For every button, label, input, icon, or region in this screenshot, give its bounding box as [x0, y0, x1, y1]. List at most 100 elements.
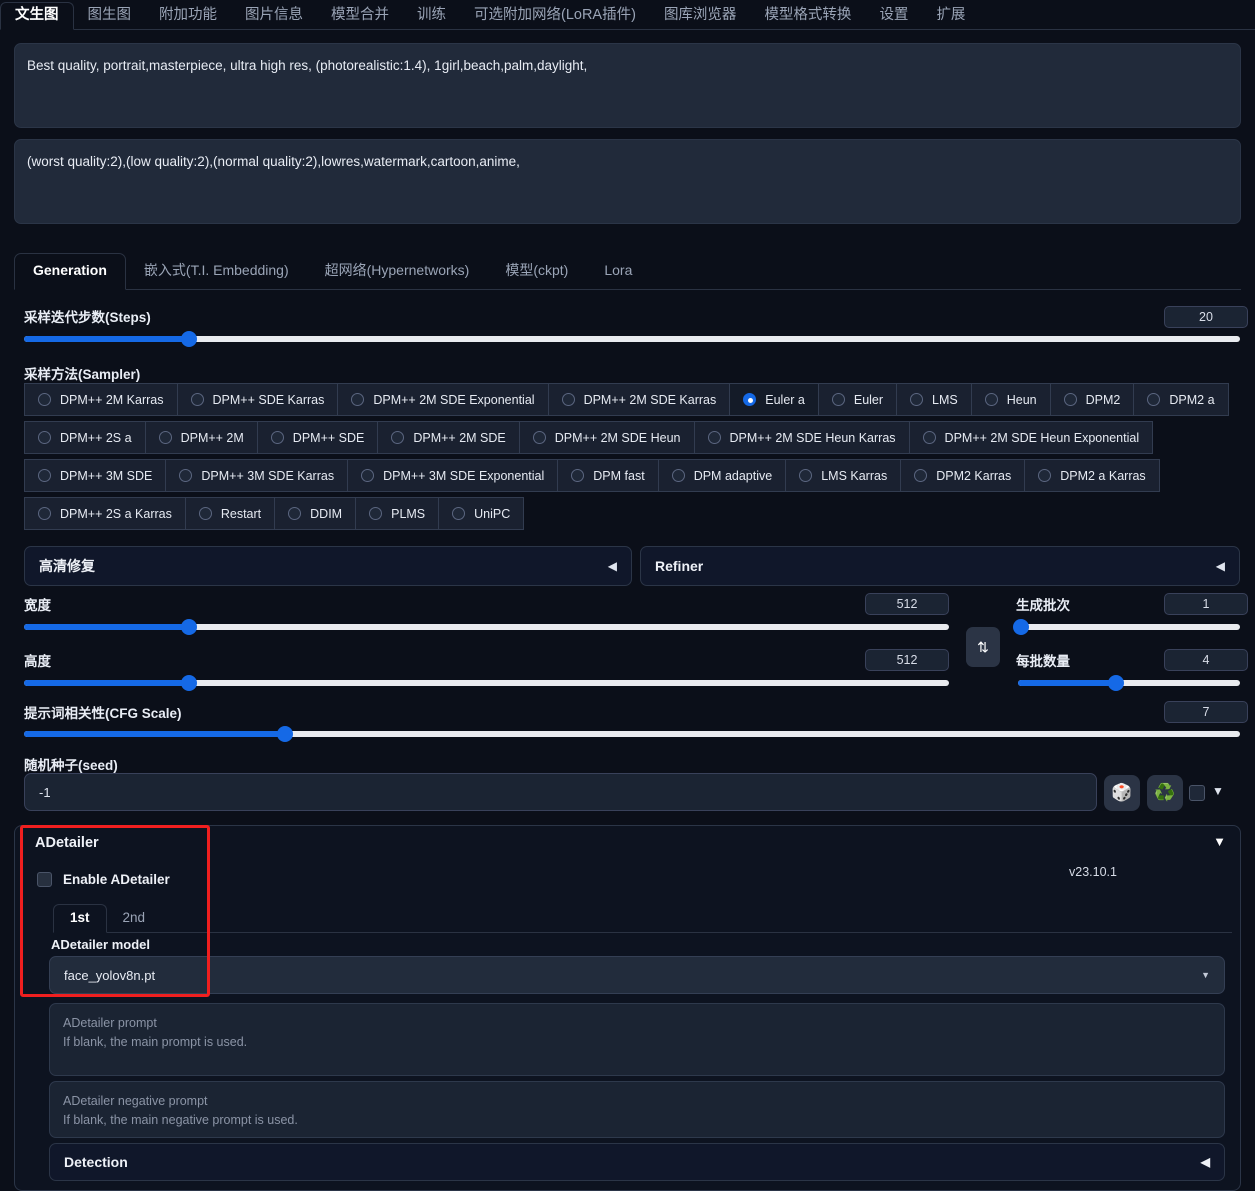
sampler-option-dpm-2m-sde-karras[interactable]: DPM++ 2M SDE Karras	[547, 383, 731, 416]
sampler-option-dpm-2s-a-karras[interactable]: DPM++ 2S a Karras	[24, 497, 186, 530]
tab-png-info[interactable]: 图片信息	[231, 3, 317, 30]
sampler-option-dpm-adaptive[interactable]: DPM adaptive	[657, 459, 787, 492]
tab-img2img[interactable]: 图生图	[74, 3, 146, 30]
detection-accordion[interactable]: Detection ◀	[49, 1143, 1225, 1181]
sampler-option-dpm-3m-sde[interactable]: DPM++ 3M SDE	[24, 459, 167, 492]
adetailer-negative-prompt-input[interactable]: ADetailer negative prompt If blank, the …	[49, 1081, 1225, 1138]
sampler-option-euler[interactable]: Euler	[817, 383, 898, 416]
adetailer-prompt-input[interactable]: ADetailer prompt If blank, the main prom…	[49, 1003, 1225, 1076]
tab-settings[interactable]: 设置	[865, 3, 922, 30]
enable-adetailer-checkbox[interactable]: Enable ADetailer	[37, 872, 170, 887]
cfg-scale-slider[interactable]	[24, 726, 1240, 742]
negative-prompt-input[interactable]: (worst quality:2),(low quality:2),(norma…	[14, 139, 1241, 224]
tab-extensions[interactable]: 扩展	[922, 3, 979, 30]
batch-size-slider[interactable]	[1018, 675, 1240, 691]
subtab-hypernetworks[interactable]: 超网络(Hypernetworks)	[307, 254, 488, 289]
tab-train[interactable]: 训练	[403, 3, 460, 30]
sampler-option-label: DPM adaptive	[693, 468, 773, 483]
width-value[interactable]: 512	[865, 593, 949, 615]
sampler-option-dpm-3m-sde-karras[interactable]: DPM++ 3M SDE Karras	[165, 459, 349, 492]
sampler-option-dpm-2m-sde-exponential[interactable]: DPM++ 2M SDE Exponential	[337, 383, 549, 416]
tab-image-browser[interactable]: 图库浏览器	[650, 3, 751, 30]
sampler-option-plms[interactable]: PLMS	[355, 497, 440, 530]
height-value[interactable]: 512	[865, 649, 949, 671]
sampler-option-label: DPM++ 2M SDE Heun Exponential	[944, 430, 1140, 445]
chevron-down-icon[interactable]: ▼	[1212, 784, 1224, 798]
width-slider-thumb[interactable]	[180, 619, 197, 635]
height-slider-thumb[interactable]	[180, 675, 197, 691]
batch-count-value[interactable]: 1	[1164, 593, 1248, 615]
sampler-option-label: DPM++ SDE Karras	[212, 392, 325, 407]
tab-additional-networks[interactable]: 可选附加网络(LoRA插件)	[460, 3, 650, 30]
sampler-option-label: DPM++ 3M SDE	[60, 468, 153, 483]
subtab-generation[interactable]: Generation	[14, 253, 126, 290]
width-slider[interactable]	[24, 619, 949, 635]
sampler-option-heun[interactable]: Heun	[970, 383, 1051, 416]
swap-dimensions-button[interactable]: ⇅	[966, 627, 1000, 667]
sampler-option-dpm2-karras[interactable]: DPM2 Karras	[900, 459, 1026, 492]
batch-count-slider-thumb[interactable]	[1013, 619, 1030, 635]
sampler-option-restart[interactable]: Restart	[184, 497, 276, 530]
hires-fix-accordion[interactable]: 高清修复 ◀	[24, 546, 632, 586]
chevron-down-icon[interactable]: ▼	[1213, 834, 1226, 849]
batch-size-label: 每批数量	[1016, 654, 1070, 669]
sampler-option-dpm-fast[interactable]: DPM fast	[557, 459, 659, 492]
adetailer-prompt-placeholder-title: ADetailer prompt	[63, 1016, 157, 1030]
sampler-option-dpm-2m[interactable]: DPM++ 2M	[144, 421, 258, 454]
cfg-scale-label: 提示词相关性(CFG Scale)	[24, 706, 182, 721]
adetailer-model-select[interactable]: face_yolov8n.pt ▼	[49, 956, 1225, 994]
steps-slider-thumb[interactable]	[181, 331, 198, 347]
sampler-option-dpm-sde-karras[interactable]: DPM++ SDE Karras	[176, 383, 339, 416]
batch-count-label: 生成批次	[1016, 598, 1070, 613]
tab-checkpoint-merger[interactable]: 模型合并	[317, 3, 403, 30]
sampler-option-euler-a[interactable]: Euler a	[729, 383, 819, 416]
adetailer-tab-1st[interactable]: 1st	[53, 903, 107, 933]
sampler-option-lms-karras[interactable]: LMS Karras	[785, 459, 902, 492]
sampler-option-dpm-2m-sde-heun-karras[interactable]: DPM++ 2M SDE Heun Karras	[693, 421, 910, 454]
adetailer-tab-2nd[interactable]: 2nd	[107, 905, 162, 933]
tab-extras[interactable]: 附加功能	[145, 3, 231, 30]
sampler-option-dpm-2m-karras[interactable]: DPM++ 2M Karras	[24, 383, 178, 416]
positive-prompt-input[interactable]: Best quality, portrait,masterpiece, ultr…	[14, 43, 1241, 128]
sampler-option-dpm-2s-a[interactable]: DPM++ 2S a	[24, 421, 146, 454]
cfg-scale-slider-thumb[interactable]	[277, 726, 294, 742]
subtab-checkpoints[interactable]: 模型(ckpt)	[487, 254, 586, 289]
cfg-scale-value[interactable]: 7	[1164, 701, 1248, 723]
sampler-option-dpm2[interactable]: DPM2	[1049, 383, 1135, 416]
sampler-option-dpm2-a[interactable]: DPM2 a	[1133, 383, 1229, 416]
sampler-option-unipc[interactable]: UniPC	[438, 497, 525, 530]
steps-slider[interactable]	[24, 331, 1240, 347]
reuse-seed-button[interactable]: ♻️	[1147, 775, 1183, 811]
sampler-option-label: DPM2	[1085, 392, 1121, 407]
sampler-option-dpm-2m-sde[interactable]: DPM++ 2M SDE	[377, 421, 520, 454]
subtab-embeddings[interactable]: 嵌入式(T.I. Embedding)	[126, 254, 307, 289]
seed-input[interactable]: -1	[24, 773, 1097, 811]
sampler-option-label: Euler a	[765, 392, 805, 407]
adetailer-model-label: ADetailer model	[51, 937, 150, 952]
batch-count-slider[interactable]	[1013, 619, 1240, 635]
swap-arrows-icon: ⇅	[977, 638, 989, 655]
sampler-option-dpm-2m-sde-heun-exponential[interactable]: DPM++ 2M SDE Heun Exponential	[908, 421, 1154, 454]
sampler-option-label: DPM++ 2M SDE Exponential	[373, 392, 535, 407]
subtab-lora[interactable]: Lora	[586, 254, 650, 289]
sampler-option-label: DPM2 a Karras	[1060, 468, 1146, 483]
random-seed-button[interactable]: 🎲	[1104, 775, 1140, 811]
sampler-option-dpm-sde[interactable]: DPM++ SDE	[256, 421, 379, 454]
sampler-option-dpm-2m-sde-heun[interactable]: DPM++ 2M SDE Heun	[518, 421, 695, 454]
radio-icon	[361, 469, 375, 482]
height-slider[interactable]	[24, 675, 949, 691]
radio-icon	[914, 469, 928, 482]
extra-seed-checkbox[interactable]	[1189, 785, 1205, 801]
steps-value[interactable]: 20	[1164, 306, 1248, 328]
hires-fix-label: 高清修复	[39, 558, 95, 574]
sampler-option-lms[interactable]: LMS	[896, 383, 972, 416]
batch-size-slider-thumb[interactable]	[1107, 675, 1124, 691]
sampler-option-ddim[interactable]: DDIM	[274, 497, 357, 530]
refiner-accordion[interactable]: Refiner ◀	[640, 546, 1240, 586]
tab-txt2img[interactable]: 文生图	[0, 1, 74, 30]
sampler-option-dpm-3m-sde-exponential[interactable]: DPM++ 3M SDE Exponential	[347, 459, 559, 492]
batch-size-value[interactable]: 4	[1164, 649, 1248, 671]
main-tab-bar: 文生图 图生图 附加功能 图片信息 模型合并 训练 可选附加网络(LoRA插件)…	[0, 0, 1255, 30]
sampler-option-dpm2-a-karras[interactable]: DPM2 a Karras	[1024, 459, 1160, 492]
tab-model-converter[interactable]: 模型格式转换	[750, 3, 865, 30]
